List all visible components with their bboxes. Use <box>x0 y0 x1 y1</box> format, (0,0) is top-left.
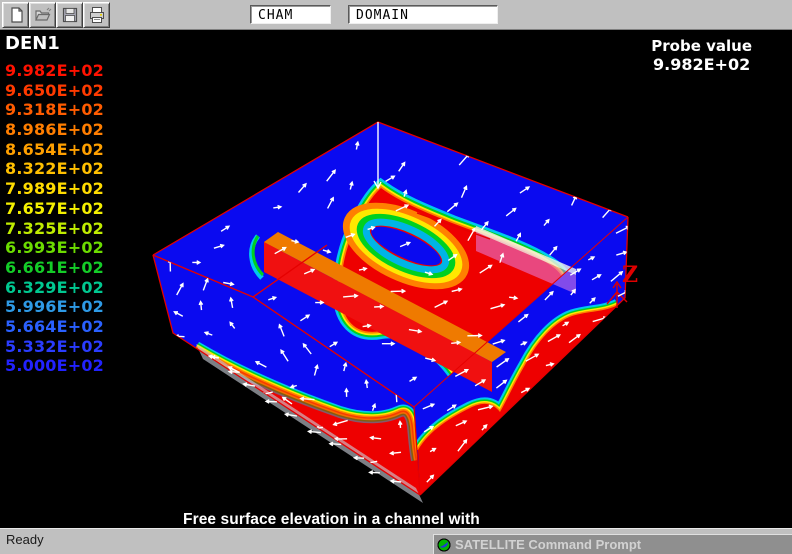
taskbar-window-title: SATELLITE Command Prompt <box>455 537 641 552</box>
legend-entry: 8.986E+02 <box>5 120 104 140</box>
legend-entry: 5.332E+02 <box>5 337 104 357</box>
legend-panel: DEN1 9.982E+02 9.650E+02 9.318E+02 8.986… <box>5 33 104 376</box>
legend-entry: 7.657E+02 <box>5 199 104 219</box>
legend-entry: 8.654E+02 <box>5 140 104 160</box>
save-floppy-icon <box>61 6 79 24</box>
probe-readout: Probe value 9.982E+02 <box>651 37 752 74</box>
new-button[interactable] <box>2 2 29 28</box>
application-window: DEN1 9.982E+02 9.650E+02 9.318E+02 8.986… <box>0 0 792 554</box>
status-bar: Ready SATELLITE Command Prompt <box>0 528 792 554</box>
legend-entry: 5.000E+02 <box>5 356 104 376</box>
legend-entry: 5.664E+02 <box>5 317 104 337</box>
legend-entry: 7.325E+02 <box>5 219 104 239</box>
legend-entry: 8.322E+02 <box>5 159 104 179</box>
legend-variable: DEN1 <box>5 33 104 54</box>
legend-entry: 6.661E+02 <box>5 258 104 278</box>
probe-label: Probe value <box>651 37 752 55</box>
domain-field[interactable] <box>348 5 498 24</box>
legend-entry: 9.982E+02 <box>5 61 104 81</box>
cham-field[interactable] <box>250 5 331 24</box>
z-axis-label: Z <box>622 262 638 288</box>
legend-entry: 9.318E+02 <box>5 100 104 120</box>
legend-entry: 5.996E+02 <box>5 297 104 317</box>
satellite-icon <box>437 538 451 552</box>
new-document-icon <box>7 6 25 24</box>
status-text: Ready <box>6 532 44 547</box>
plot-canvas: DEN1 9.982E+02 9.650E+02 9.318E+02 8.986… <box>0 30 792 528</box>
print-icon <box>88 6 106 24</box>
toolbar <box>0 0 792 30</box>
legend-entry: 9.650E+02 <box>5 81 104 101</box>
print-button[interactable] <box>83 2 110 28</box>
scene-3d[interactable]: Z <box>0 30 792 528</box>
legend-entry: 7.989E+02 <box>5 179 104 199</box>
taskbar-window-button[interactable]: SATELLITE Command Prompt <box>433 534 792 554</box>
save-button[interactable] <box>56 2 83 28</box>
open-button[interactable] <box>29 2 56 28</box>
legend-entry: 6.329E+02 <box>5 278 104 298</box>
plot-caption: Free surface elevation in a channel with <box>183 511 480 528</box>
open-folder-icon <box>34 6 52 24</box>
probe-value: 9.982E+02 <box>651 55 752 74</box>
legend-entry: 6.993E+02 <box>5 238 104 258</box>
